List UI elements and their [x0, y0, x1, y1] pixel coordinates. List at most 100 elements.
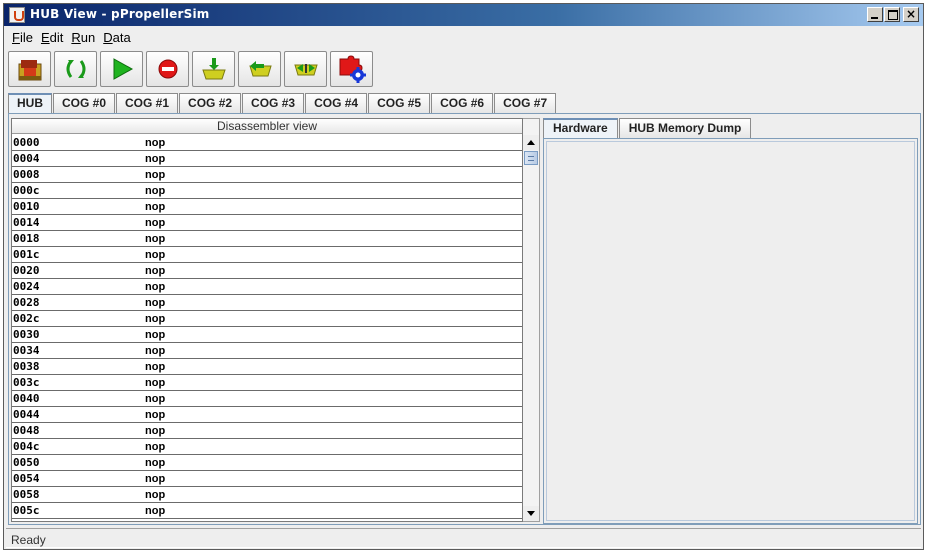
- row-address: 001c: [13, 248, 40, 261]
- stop-button[interactable]: [146, 51, 189, 87]
- toolbar: [8, 51, 373, 89]
- tab-cog-5[interactable]: COG #5: [368, 93, 431, 113]
- hardware-panel-content: [546, 141, 915, 521]
- row-instruction: nop: [145, 249, 166, 261]
- settings-button[interactable]: [330, 51, 373, 87]
- table-row[interactable]: 0048 nop: [12, 423, 522, 439]
- close-button[interactable]: ×: [903, 7, 919, 22]
- row-instruction: nop: [145, 153, 166, 165]
- title-bar[interactable]: HUB View - pPropellerSim ×: [4, 4, 923, 26]
- transfer-button[interactable]: [284, 51, 327, 87]
- hardware-panel: [543, 138, 918, 524]
- table-row[interactable]: 0058 nop: [12, 487, 522, 503]
- row-address: 0004: [13, 152, 40, 165]
- row-instruction: nop: [145, 489, 166, 501]
- run-icon: [113, 58, 133, 80]
- table-row[interactable]: 0040 nop: [12, 391, 522, 407]
- arrow-down-icon: [527, 511, 535, 516]
- hub-panel: Disassembler view 0000 nop 0004 nop 0008 nop 0…: [8, 113, 921, 525]
- table-row[interactable]: 0014 nop: [12, 215, 522, 231]
- step-icon: [66, 60, 85, 78]
- menu-run[interactable]: Run: [69, 27, 101, 47]
- row-address: 002c: [13, 312, 40, 325]
- row-instruction: nop: [145, 425, 166, 437]
- row-address: 0000: [13, 136, 40, 149]
- maximize-button[interactable]: [884, 7, 900, 22]
- row-instruction: nop: [145, 233, 166, 245]
- row-address: 0048: [13, 424, 40, 437]
- row-address: 0030: [13, 328, 40, 341]
- table-row[interactable]: 0008 nop: [12, 167, 522, 183]
- menu-bar: File Edit Run Data: [4, 27, 923, 47]
- table-row[interactable]: 0044 nop: [12, 407, 522, 423]
- row-instruction: nop: [145, 169, 166, 181]
- table-row[interactable]: 004c nop: [12, 439, 522, 455]
- table-row[interactable]: 0004 nop: [12, 151, 522, 167]
- table-row[interactable]: 0050 nop: [12, 455, 522, 471]
- tab-cog-7[interactable]: COG #7: [494, 93, 557, 113]
- disassembler-scrollbar[interactable]: [523, 118, 540, 522]
- minimize-button[interactable]: [867, 7, 883, 22]
- table-row[interactable]: 005c nop: [12, 503, 522, 519]
- status-text: Ready: [11, 533, 46, 547]
- row-instruction: nop: [145, 329, 166, 341]
- row-instruction: nop: [145, 345, 166, 357]
- table-row[interactable]: 0034 nop: [12, 343, 522, 359]
- disassembler-rows[interactable]: 0000 nop 0004 nop 0008 nop 000c nop 0010 nop 0014 n…: [12, 135, 522, 521]
- menu-data[interactable]: Data: [101, 27, 136, 47]
- download-button[interactable]: [192, 51, 235, 87]
- table-row[interactable]: 0010 nop: [12, 199, 522, 215]
- table-row[interactable]: 0020 nop: [12, 263, 522, 279]
- table-row[interactable]: 0028 nop: [12, 295, 522, 311]
- row-address: 0024: [13, 280, 40, 293]
- tab-hardware[interactable]: Hardware: [543, 118, 618, 138]
- table-row[interactable]: 000c nop: [12, 183, 522, 199]
- menu-file[interactable]: File: [10, 27, 39, 47]
- step-back-icon: [248, 61, 272, 77]
- tab-cog-6[interactable]: COG #6: [431, 93, 494, 113]
- row-instruction: nop: [145, 457, 166, 469]
- table-row[interactable]: 0024 nop: [12, 279, 522, 295]
- row-address: 0058: [13, 488, 40, 501]
- row-instruction: nop: [145, 409, 166, 421]
- disassembler-table[interactable]: Disassembler view 0000 nop 0004 nop 0008 nop 0…: [11, 118, 523, 522]
- disassembler-header[interactable]: Disassembler view: [12, 119, 522, 134]
- table-row[interactable]: 003c nop: [12, 375, 522, 391]
- tab-cog-4[interactable]: COG #4: [305, 93, 368, 113]
- table-row[interactable]: 0030 nop: [12, 327, 522, 343]
- row-instruction: nop: [145, 377, 166, 389]
- java-cup-icon: [9, 7, 25, 23]
- row-address: 005c: [13, 504, 40, 517]
- row-instruction: nop: [145, 201, 166, 213]
- load-button[interactable]: [8, 51, 51, 87]
- tab-hub[interactable]: HUB: [8, 93, 52, 114]
- row-address: 003c: [13, 376, 40, 389]
- tab-cog-2[interactable]: COG #2: [179, 93, 242, 113]
- table-row[interactable]: 002c nop: [12, 311, 522, 327]
- menu-edit[interactable]: Edit: [39, 27, 69, 47]
- tab-hub-memory-dump[interactable]: HUB Memory Dump: [618, 118, 752, 138]
- row-address: 0014: [13, 216, 40, 229]
- row-address: 0020: [13, 264, 40, 277]
- table-row[interactable]: 0018 nop: [12, 231, 522, 247]
- download-icon: [201, 58, 226, 80]
- main-window: HUB View - pPropellerSim × File Edit Run…: [3, 3, 924, 550]
- scroll-down-button[interactable]: [523, 506, 539, 521]
- step-back-button[interactable]: [238, 51, 281, 87]
- table-row[interactable]: 0038 nop: [12, 359, 522, 375]
- row-address: 0028: [13, 296, 40, 309]
- row-address: 0018: [13, 232, 40, 245]
- table-row[interactable]: 0054 nop: [12, 471, 522, 487]
- table-row[interactable]: 0000 nop: [12, 135, 522, 151]
- row-instruction: nop: [145, 185, 166, 197]
- scroll-thumb[interactable]: [524, 151, 538, 165]
- table-row[interactable]: 001c nop: [12, 247, 522, 263]
- tab-cog-3[interactable]: COG #3: [242, 93, 305, 113]
- row-instruction: nop: [145, 473, 166, 485]
- tab-cog-1[interactable]: COG #1: [116, 93, 179, 113]
- cog-tabs: HUB COG #0 COG #1 COG #2 COG #3 COG #4 C…: [8, 93, 557, 114]
- tab-cog-0[interactable]: COG #0: [53, 93, 116, 113]
- scroll-up-button[interactable]: [523, 135, 539, 150]
- run-button[interactable]: [100, 51, 143, 87]
- step-button[interactable]: [54, 51, 97, 87]
